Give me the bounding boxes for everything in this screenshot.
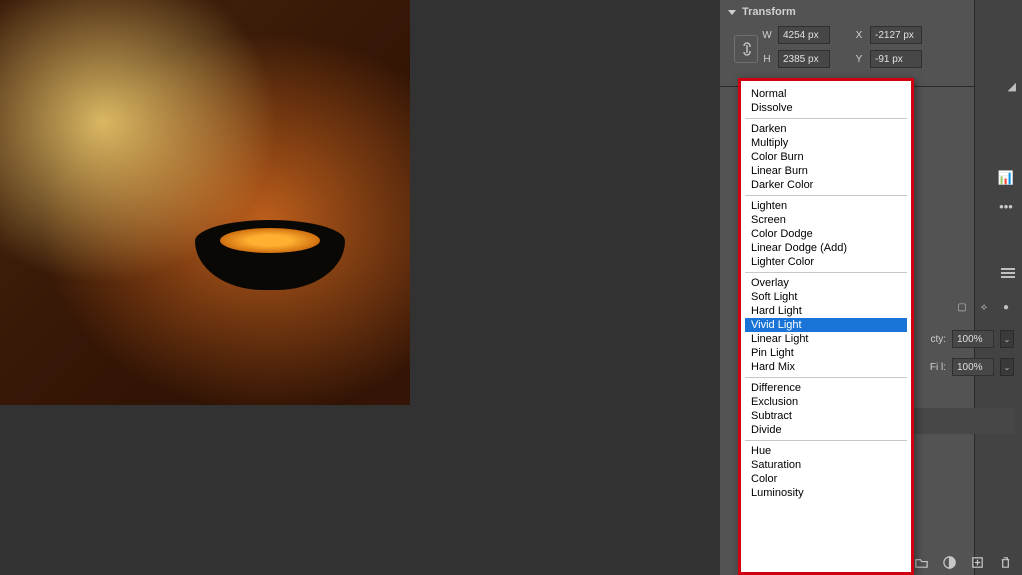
opacity-label: cty:	[930, 334, 946, 345]
blend-mode-option[interactable]: Lighter Color	[745, 255, 907, 269]
height-label: H	[760, 54, 774, 65]
blend-mode-option[interactable]: Color Burn	[745, 150, 907, 164]
blend-mode-option[interactable]: Pin Light	[745, 346, 907, 360]
fill-dropdown[interactable]: ⌄	[1000, 358, 1014, 376]
more-icon[interactable]: •••	[996, 198, 1016, 214]
blend-mode-option[interactable]: Linear Burn	[745, 164, 907, 178]
panel-menu-icon[interactable]	[998, 266, 1018, 280]
blend-mode-option[interactable]: Exclusion	[745, 395, 907, 409]
fill-label: Fi l:	[930, 362, 946, 373]
document-image[interactable]	[0, 0, 410, 405]
blend-mode-option[interactable]: Screen	[745, 213, 907, 227]
menu-separator	[745, 118, 907, 119]
trash-icon[interactable]	[996, 553, 1014, 571]
menu-separator	[745, 195, 907, 196]
blend-mode-option[interactable]: Hard Mix	[745, 360, 907, 374]
new-layer-icon[interactable]	[968, 553, 986, 571]
opacity-input[interactable]	[952, 330, 994, 348]
transform-header[interactable]: Transform	[728, 4, 1014, 26]
blend-mode-option[interactable]: Color	[745, 472, 907, 486]
blend-mode-option[interactable]: Difference	[745, 381, 907, 395]
frame-icon[interactable]: ⟡	[976, 300, 992, 314]
image-content	[195, 220, 345, 290]
flyout-icon[interactable]: ◢	[1008, 80, 1016, 93]
blend-mode-option[interactable]: Normal	[745, 87, 907, 101]
y-input[interactable]	[870, 50, 922, 68]
blend-mode-option[interactable]: Subtract	[745, 409, 907, 423]
blend-mode-option[interactable]: Color Dodge	[745, 227, 907, 241]
blend-mode-option[interactable]: Darker Color	[745, 178, 907, 192]
opacity-dropdown[interactable]: ⌄	[1000, 330, 1014, 348]
width-input[interactable]	[778, 26, 830, 44]
x-input[interactable]	[870, 26, 922, 44]
blend-mode-option[interactable]: Luminosity	[745, 486, 907, 500]
blend-mode-option[interactable]: Saturation	[745, 458, 907, 472]
group-icon[interactable]	[912, 553, 930, 571]
adjustment-icon[interactable]	[940, 553, 958, 571]
menu-separator	[745, 377, 907, 378]
blend-mode-option[interactable]: Darken	[745, 122, 907, 136]
artboard-icon[interactable]: ▢	[954, 300, 970, 314]
blend-mode-option[interactable]: Divide	[745, 423, 907, 437]
dot-icon[interactable]: ●	[998, 300, 1014, 314]
blend-mode-option[interactable]: Soft Light	[745, 290, 907, 304]
blend-mode-option[interactable]: Hue	[745, 444, 907, 458]
y-label: Y	[852, 54, 866, 65]
blend-mode-dropdown[interactable]: NormalDissolveDarkenMultiplyColor BurnLi…	[738, 78, 914, 575]
width-label: W	[760, 30, 774, 41]
histogram-icon[interactable]: 📊	[996, 170, 1016, 186]
layer-icons-row: ▢ ⟡ ●	[954, 300, 1014, 314]
menu-separator	[745, 272, 907, 273]
blend-mode-option[interactable]: Hard Light	[745, 304, 907, 318]
blend-mode-option[interactable]: Lighten	[745, 199, 907, 213]
transform-title: Transform	[742, 6, 796, 18]
fill-input[interactable]	[952, 358, 994, 376]
blend-mode-option[interactable]: Overlay	[745, 276, 907, 290]
link-dimensions-toggle[interactable]	[734, 35, 758, 63]
x-label: X	[852, 30, 866, 41]
blend-mode-option[interactable]: Linear Dodge (Add)	[745, 241, 907, 255]
menu-separator	[745, 440, 907, 441]
blend-mode-option[interactable]: Multiply	[745, 136, 907, 150]
height-input[interactable]	[778, 50, 830, 68]
blend-mode-option[interactable]: Linear Light	[745, 332, 907, 346]
blend-mode-option[interactable]: Vivid Light	[745, 318, 907, 332]
canvas-area[interactable]	[0, 0, 720, 575]
blend-mode-option[interactable]: Dissolve	[745, 101, 907, 115]
